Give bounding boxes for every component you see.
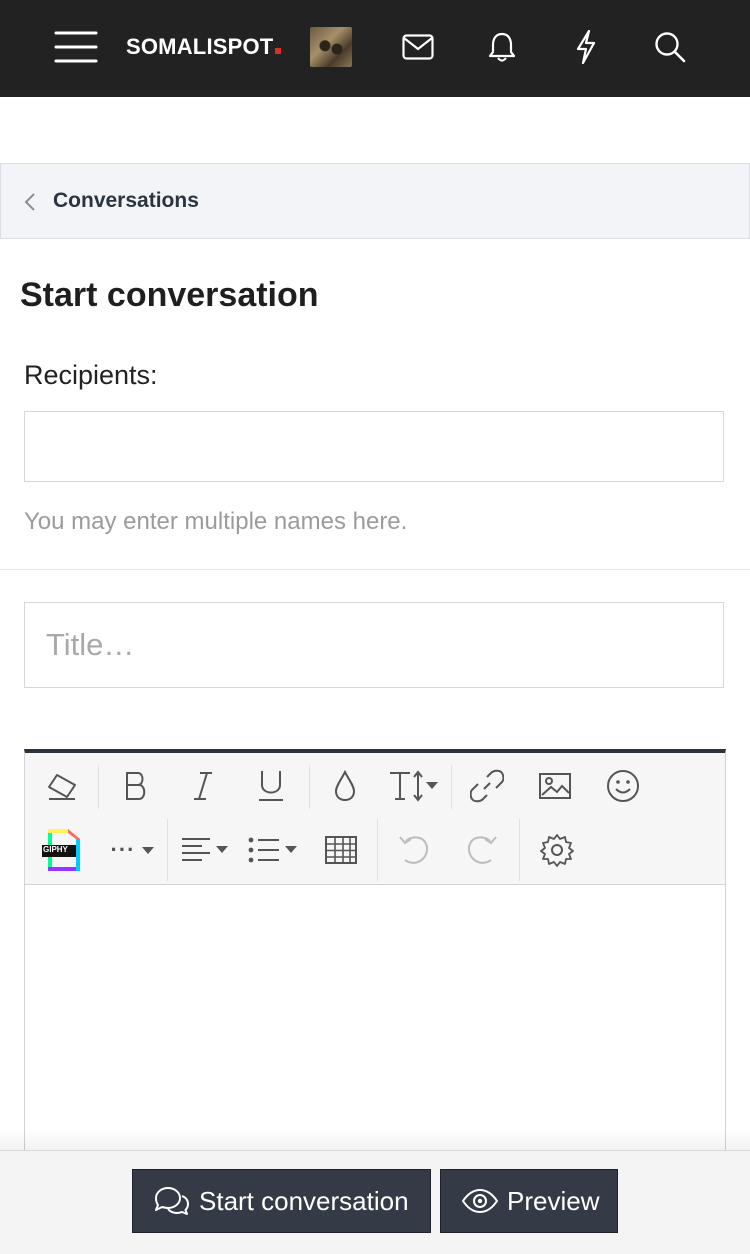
toolbar-separator [309,765,310,809]
toolbar-separator [519,819,520,881]
start-conversation-label: Start conversation [199,1185,409,1216]
chevron-left-icon [23,192,37,217]
recipients-hint: You may enter multiple names here. [24,508,408,535]
more-icon: ··· [110,837,136,862]
logo-dot [275,48,282,54]
recipients-input[interactable] [24,411,724,482]
start-conversation-button[interactable]: Start conversation [132,1169,431,1233]
form-action-bar: Start conversation Preview [0,1150,750,1254]
title-input[interactable]: Title… [24,602,724,688]
italic-icon[interactable] [173,760,233,812]
bell-icon[interactable] [482,27,522,67]
giphy-icon[interactable]: GIPHY [32,824,92,876]
recipients-label: Recipients: [24,360,158,390]
link-icon[interactable] [457,760,517,812]
table-icon[interactable] [311,824,371,876]
preview-button[interactable]: Preview [440,1169,618,1233]
page-title: Start conversation [20,276,319,314]
search-icon[interactable] [650,27,690,67]
editor-toolbar: GIPHY ··· [25,753,725,885]
title-placeholder: Title… [46,627,135,662]
redo-icon[interactable] [452,824,512,876]
bottom-shadow [0,1128,750,1150]
smiley-icon[interactable] [593,760,653,812]
toolbar-separator [167,819,168,881]
underline-icon[interactable] [241,760,301,812]
text-size-icon[interactable] [384,760,444,812]
top-navigation-bar: SOMALISPOT [0,0,750,97]
color-drop-icon[interactable] [315,760,375,812]
giphy-label: GIPHY [43,845,68,854]
user-avatar[interactable] [310,27,352,67]
mail-icon[interactable] [398,27,438,67]
message-editor: GIPHY ··· [24,749,726,1169]
image-icon[interactable] [525,760,585,812]
toolbar-separator [98,765,99,809]
breadcrumb-label[interactable]: Conversations [53,189,199,213]
toolbar-separator [377,819,378,881]
eye-icon [461,1188,499,1214]
bold-icon[interactable] [106,760,166,812]
list-icon[interactable] [244,824,304,876]
lightning-icon[interactable] [566,27,606,67]
more-options-button[interactable]: ··· [103,824,163,876]
editor-content-area[interactable] [25,885,725,1165]
section-divider [0,569,750,570]
eraser-icon[interactable] [32,760,92,812]
undo-icon[interactable] [384,824,444,876]
align-icon[interactable] [176,824,236,876]
settings-icon[interactable] [527,824,587,876]
menu-icon[interactable] [54,27,98,67]
toolbar-separator [451,765,452,809]
conversation-icon [155,1187,189,1215]
site-logo[interactable]: SOMALISPOT [126,34,282,60]
preview-label: Preview [507,1185,600,1216]
logo-text: SOMALISPOT [126,34,274,59]
breadcrumb[interactable]: Conversations [0,163,750,239]
